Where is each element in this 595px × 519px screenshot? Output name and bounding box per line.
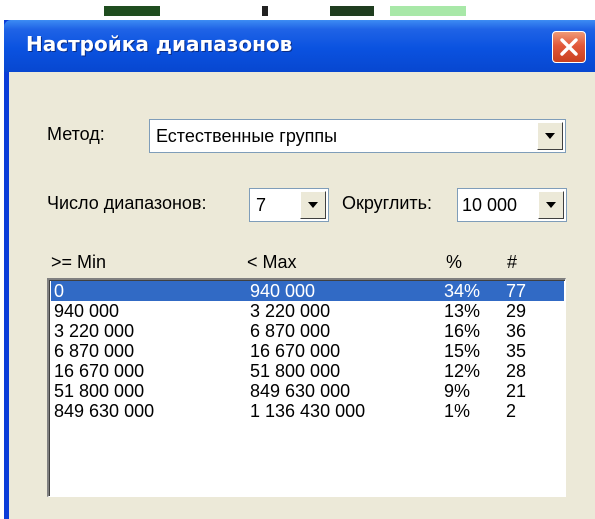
range-max: 16 670 000	[250, 341, 341, 361]
range-count-label: Число диапазонов:	[47, 193, 207, 213]
range-percent: 12%	[444, 361, 481, 381]
round-label: Округлить:	[342, 193, 433, 213]
background-window-strip	[0, 0, 595, 20]
range-max: 51 800 000	[250, 361, 341, 381]
method-label: Метод:	[47, 124, 105, 144]
range-min: 849 630 000	[54, 401, 155, 421]
range-count: 2	[506, 401, 517, 421]
background-shape	[104, 6, 160, 16]
background-shape	[262, 6, 268, 16]
chevron-down-icon	[545, 133, 555, 139]
list-item[interactable]: 3 220 000 6 870 000 16% 36	[51, 321, 564, 341]
chevron-down-icon	[308, 202, 318, 208]
range-max: 6 870 000	[250, 321, 331, 341]
range-min: 940 000	[54, 301, 120, 321]
dialog-title: Настройка диапазонов	[26, 32, 293, 56]
method-select-value: Естественные группы	[156, 126, 338, 146]
column-header-count[interactable]: #	[507, 252, 517, 273]
range-count: 21	[506, 381, 527, 401]
range-min: 3 220 000	[54, 321, 135, 341]
column-header-max[interactable]: < Max	[247, 252, 297, 273]
ranges-list[interactable]: 0 940 000 34% 77 940 000 3 220 000 13% 2…	[47, 278, 566, 497]
list-item[interactable]: 16 670 000 51 800 000 12% 28	[51, 361, 564, 381]
range-percent: 1%	[444, 401, 471, 421]
list-item[interactable]: 0 940 000 34% 77	[51, 281, 564, 301]
range-max: 940 000	[250, 281, 316, 301]
ranges-dialog: Настройка диапазонов Метод: Естественные…	[4, 20, 595, 519]
close-icon	[560, 38, 578, 56]
range-percent: 15%	[444, 341, 481, 361]
range-percent: 9%	[444, 381, 471, 401]
chevron-down-icon	[546, 202, 556, 208]
round-dropdown-button[interactable]	[538, 191, 564, 219]
list-item[interactable]: 940 000 3 220 000 13% 29	[51, 301, 564, 321]
range-max: 3 220 000	[250, 301, 331, 321]
background-shape	[330, 6, 374, 16]
range-min: 51 800 000	[54, 381, 145, 401]
list-item[interactable]: 849 630 000 1 136 430 000 1% 2	[51, 401, 564, 421]
title-bar[interactable]: Настройка диапазонов	[4, 20, 595, 72]
range-count-dropdown-button[interactable]	[300, 191, 326, 219]
column-header-percent[interactable]: %	[446, 252, 462, 273]
list-item[interactable]: 6 870 000 16 670 000 15% 35	[51, 341, 564, 361]
range-min: 16 670 000	[54, 361, 145, 381]
method-select[interactable]: Естественные группы	[149, 119, 566, 153]
round-value: 10 000	[462, 195, 518, 215]
range-percent: 34%	[444, 281, 481, 301]
method-dropdown-button[interactable]	[537, 122, 563, 150]
range-count-value: 7	[256, 195, 267, 215]
list-item[interactable]: 51 800 000 849 630 000 9% 21	[51, 381, 564, 401]
range-count: 28	[506, 361, 527, 381]
range-min: 6 870 000	[54, 341, 135, 361]
range-max: 849 630 000	[250, 381, 351, 401]
range-count: 29	[506, 301, 527, 321]
column-header-min[interactable]: >= Min	[51, 252, 106, 273]
range-max: 1 136 430 000	[250, 401, 366, 421]
dialog-body: Метод: Естественные группы Число диапазо…	[9, 72, 595, 519]
range-count: 36	[506, 321, 527, 341]
close-button[interactable]	[552, 31, 586, 63]
range-percent: 16%	[444, 321, 481, 341]
range-count-select[interactable]: 7	[249, 188, 329, 222]
background-shape	[390, 6, 466, 16]
range-min: 0	[54, 281, 65, 301]
round-select[interactable]: 10 000	[457, 188, 567, 222]
range-count: 77	[506, 281, 527, 301]
range-percent: 13%	[444, 301, 481, 321]
range-count: 35	[506, 341, 527, 361]
